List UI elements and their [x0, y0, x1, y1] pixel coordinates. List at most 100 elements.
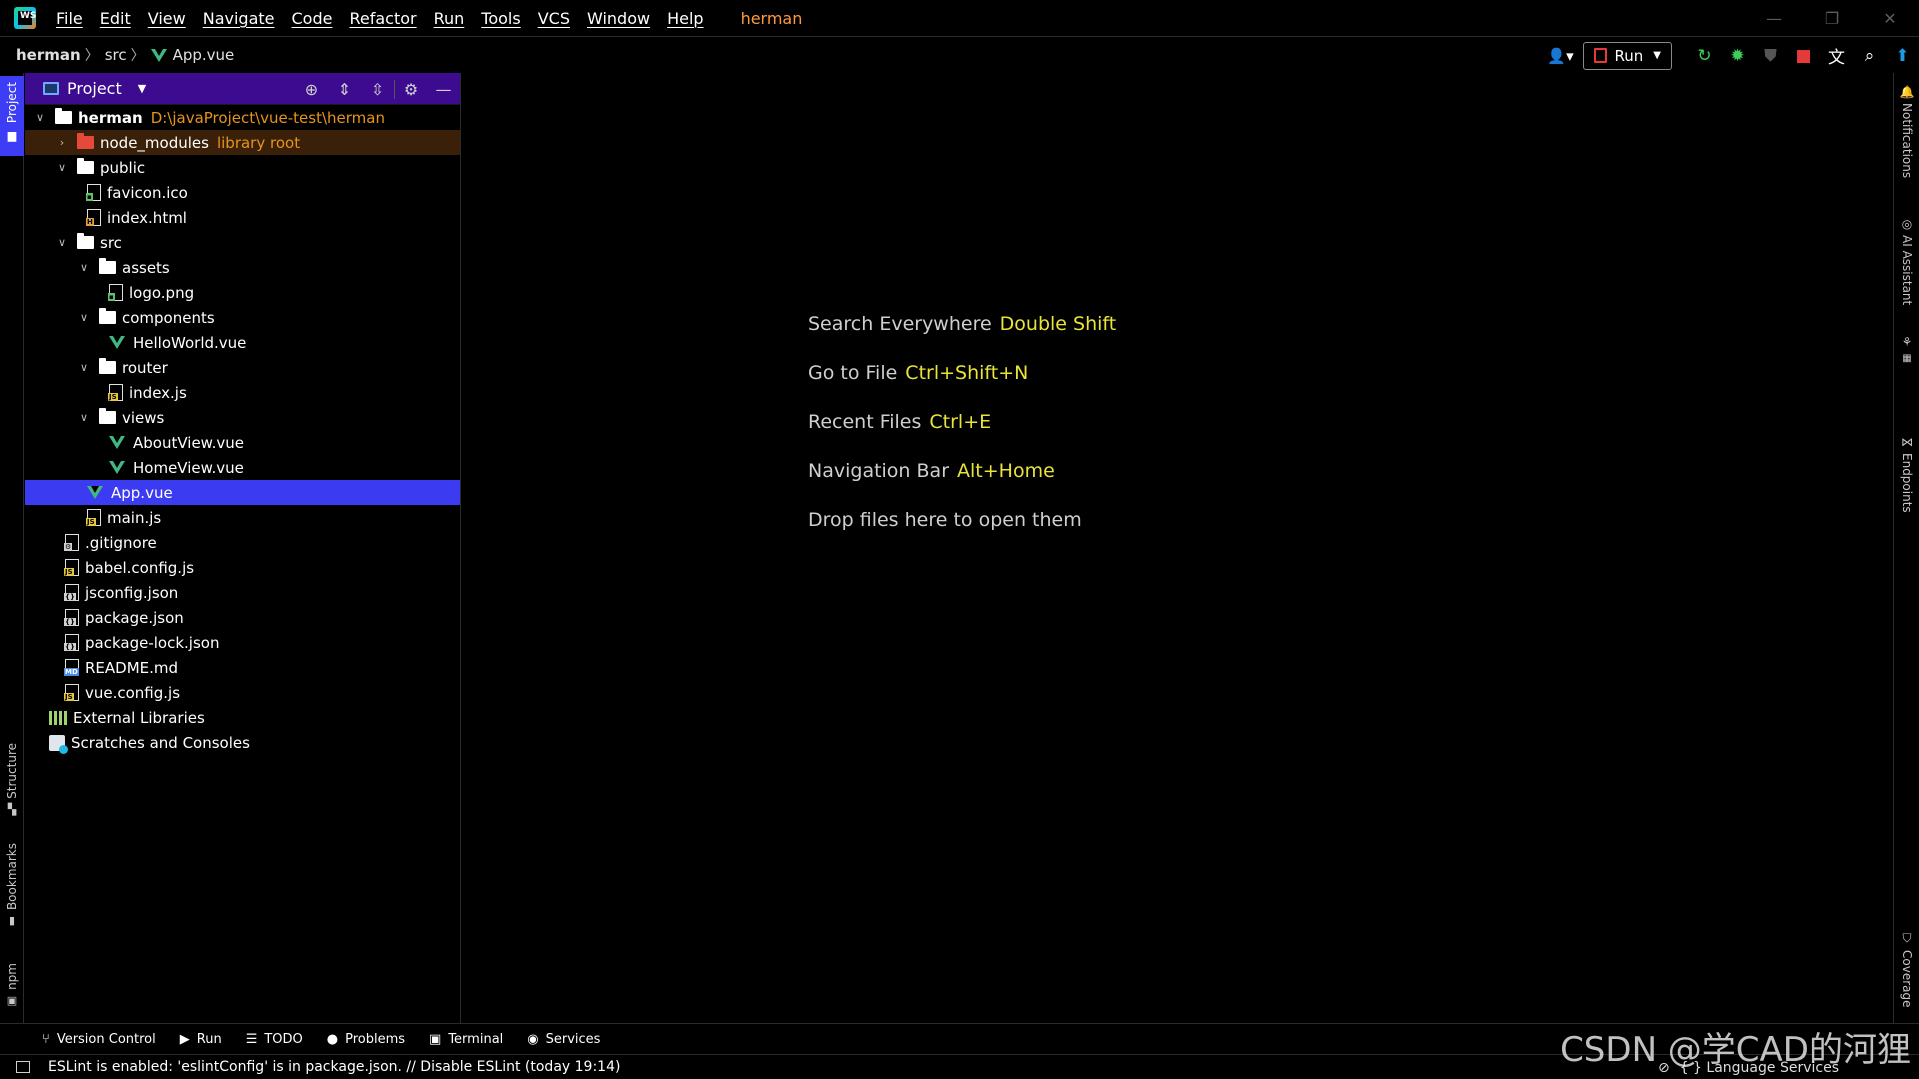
tree-node[interactable]: {} package-lock.json — [25, 630, 460, 655]
tree-node[interactable]: JS main.js — [25, 505, 460, 530]
tool-window-problems[interactable]: ● Problems — [327, 1032, 405, 1047]
app-logo-icon[interactable]: WS — [14, 7, 36, 29]
tree-node[interactable]: › node_modules library root — [25, 130, 460, 155]
tree-node[interactable]: ∨ components — [25, 305, 460, 330]
editor-hint: Drop files here to open them — [808, 509, 1082, 531]
search-icon[interactable]: ⌕ — [1853, 37, 1886, 74]
vue-file-icon — [109, 436, 125, 449]
chevron-down-icon[interactable]: ▼ — [138, 82, 146, 95]
tree-node[interactable]: ∨ assets — [25, 255, 460, 280]
tool-window-version-control[interactable]: ⑂ Version Control — [42, 1032, 156, 1047]
tool-window-notifications-tab[interactable]: 🔔 Notifications — [1894, 85, 1919, 178]
tree-node-label: router — [122, 358, 168, 377]
tool-window-terminal[interactable]: ▣ Terminal — [429, 1032, 503, 1047]
tree-node[interactable]: ∨ views — [25, 405, 460, 430]
stop-icon[interactable]: ■ — [1787, 37, 1820, 74]
tree-node-label: HelloWorld.vue — [133, 333, 247, 352]
tree-node[interactable]: Scratches and Consoles — [25, 730, 460, 755]
menu-help[interactable]: Help — [667, 9, 703, 28]
tree-node[interactable]: HomeView.vue — [25, 455, 460, 480]
tree-node[interactable]: {} jsconfig.json — [25, 580, 460, 605]
chevron-down-icon[interactable]: ∨ — [31, 111, 49, 124]
chevron-down-icon[interactable]: ∨ — [53, 161, 71, 174]
tree-node[interactable]: ∨ src — [25, 230, 460, 255]
tool-window-plugin-tab[interactable]: ⚘ ▦ — [1894, 335, 1919, 364]
chevron-down-icon[interactable]: ∨ — [75, 411, 93, 424]
tree-node[interactable]: ⚙ .gitignore — [25, 530, 460, 555]
chevron-right-icon[interactable]: › — [53, 136, 71, 149]
menu-file[interactable]: File — [56, 9, 83, 28]
tree-node[interactable]: MD README.md — [25, 655, 460, 680]
project-panel-title[interactable]: Project — [67, 79, 122, 98]
chevron-down-icon: ▼ — [1653, 50, 1661, 61]
tool-window-services[interactable]: ◉ Services — [527, 1032, 600, 1047]
tree-node[interactable]: External Libraries — [25, 705, 460, 730]
menu-view[interactable]: View — [148, 9, 186, 28]
tool-window-todo[interactable]: ☰ TODO — [246, 1032, 303, 1047]
menu-navigate[interactable]: Navigate — [203, 9, 275, 28]
expand-all-icon[interactable]: ⇕ — [328, 80, 361, 99]
chevron-down-icon[interactable]: ∨ — [75, 261, 93, 274]
js-file-icon: JS — [108, 384, 123, 401]
bottom-tool-label: Problems — [345, 1031, 406, 1047]
menu-run[interactable]: Run — [434, 9, 465, 28]
tool-window-npm-tab[interactable]: npm ▣ — [0, 963, 24, 1007]
tree-node[interactable]: ∨ router — [25, 355, 460, 380]
menu-refactor[interactable]: Refactor — [349, 9, 416, 28]
account-icon[interactable]: 👤▾ — [1539, 37, 1583, 74]
menu-edit[interactable]: Edit — [100, 9, 131, 28]
tool-window-coverage-tab[interactable]: ⛉ Coverage — [1894, 931, 1919, 1008]
menu-code[interactable]: Code — [292, 9, 333, 28]
locate-file-icon[interactable]: ⊕ — [295, 80, 328, 99]
gear-icon[interactable]: ⚙ — [394, 79, 427, 99]
tool-window-run[interactable]: ▶ Run — [180, 1032, 222, 1047]
tool-window-structure-tab[interactable]: Structure ▚ — [0, 743, 24, 816]
editor-area[interactable]: Search Everywhere Double Shift Go to File… — [462, 73, 1893, 1023]
tree-node[interactable]: HelloWorld.vue — [25, 330, 460, 355]
tree-node[interactable]: ∨ herman D:\javaProject\vue-test\herman — [25, 105, 460, 130]
toggle-tool-windows-icon[interactable] — [16, 1061, 30, 1073]
tree-node[interactable]: JS babel.config.js — [25, 555, 460, 580]
tree-node-label: Scratches and Consoles — [71, 733, 250, 752]
breadcrumb-file[interactable]: App.vue — [150, 46, 235, 64]
coverage-run-icon[interactable]: ⛊ — [1754, 37, 1787, 74]
menu-vcs[interactable]: VCS — [538, 9, 570, 28]
tree-node[interactable]: ▪ logo.png — [25, 280, 460, 305]
tool-window-bookmarks-tab[interactable]: Bookmarks ▮ — [0, 843, 24, 927]
tree-node[interactable]: AboutView.vue — [25, 430, 460, 455]
close-button[interactable]: ✕ — [1861, 0, 1919, 36]
tool-window-project-tab[interactable]: Project ▆ — [0, 76, 24, 156]
update-icon[interactable]: ⬆ — [1886, 37, 1919, 74]
menu-window[interactable]: Window — [587, 9, 650, 28]
restore-button[interactable]: ❐ — [1803, 0, 1861, 36]
breadcrumb-root[interactable]: herman — [16, 46, 81, 64]
project-tree: ∨ herman D:\javaProject\vue-test\herman … — [25, 105, 460, 755]
image-file-icon: ▪ — [86, 184, 101, 201]
tool-window-ai-assistant-tab[interactable]: ◎ AI Assistant — [1894, 217, 1919, 305]
bookmark-icon: ▮ — [8, 914, 16, 928]
collapse-all-icon[interactable]: ⇳ — [361, 80, 394, 99]
tree-node[interactable]: ∨ public — [25, 155, 460, 180]
hide-panel-icon[interactable]: — — [427, 80, 460, 99]
tree-node-selected[interactable]: App.vue — [25, 480, 460, 505]
breadcrumb-file-label: App.vue — [172, 46, 235, 64]
hint-text: Drop files here to open them — [808, 509, 1082, 531]
minimize-button[interactable]: — — [1745, 0, 1803, 36]
run-configuration-selector[interactable]: Run ▼ — [1582, 41, 1672, 70]
tree-node[interactable]: JS index.js — [25, 380, 460, 405]
breadcrumb-separator-icon: 〉 — [84, 48, 99, 64]
debug-icon[interactable]: ✹ — [1721, 37, 1754, 74]
translate-icon[interactable]: 文 — [1820, 37, 1853, 74]
rerun-icon[interactable]: ↻ — [1688, 37, 1721, 74]
breadcrumb-folder[interactable]: src — [105, 46, 127, 64]
chevron-down-icon[interactable]: ∨ — [75, 311, 93, 324]
menu-tools[interactable]: Tools — [481, 9, 520, 28]
tree-node[interactable]: H index.html — [25, 205, 460, 230]
chevron-down-icon[interactable]: ∨ — [53, 236, 71, 249]
tree-node[interactable]: {} package.json — [25, 605, 460, 630]
tool-window-endpoints-tab[interactable]: ⋈ Endpoints — [1894, 435, 1919, 513]
tree-node[interactable]: ▪ favicon.ico — [25, 180, 460, 205]
status-message[interactable]: ESLint is enabled: 'eslintConfig' is in … — [48, 1059, 620, 1075]
chevron-down-icon[interactable]: ∨ — [75, 361, 93, 374]
tree-node[interactable]: JS vue.config.js — [25, 680, 460, 705]
